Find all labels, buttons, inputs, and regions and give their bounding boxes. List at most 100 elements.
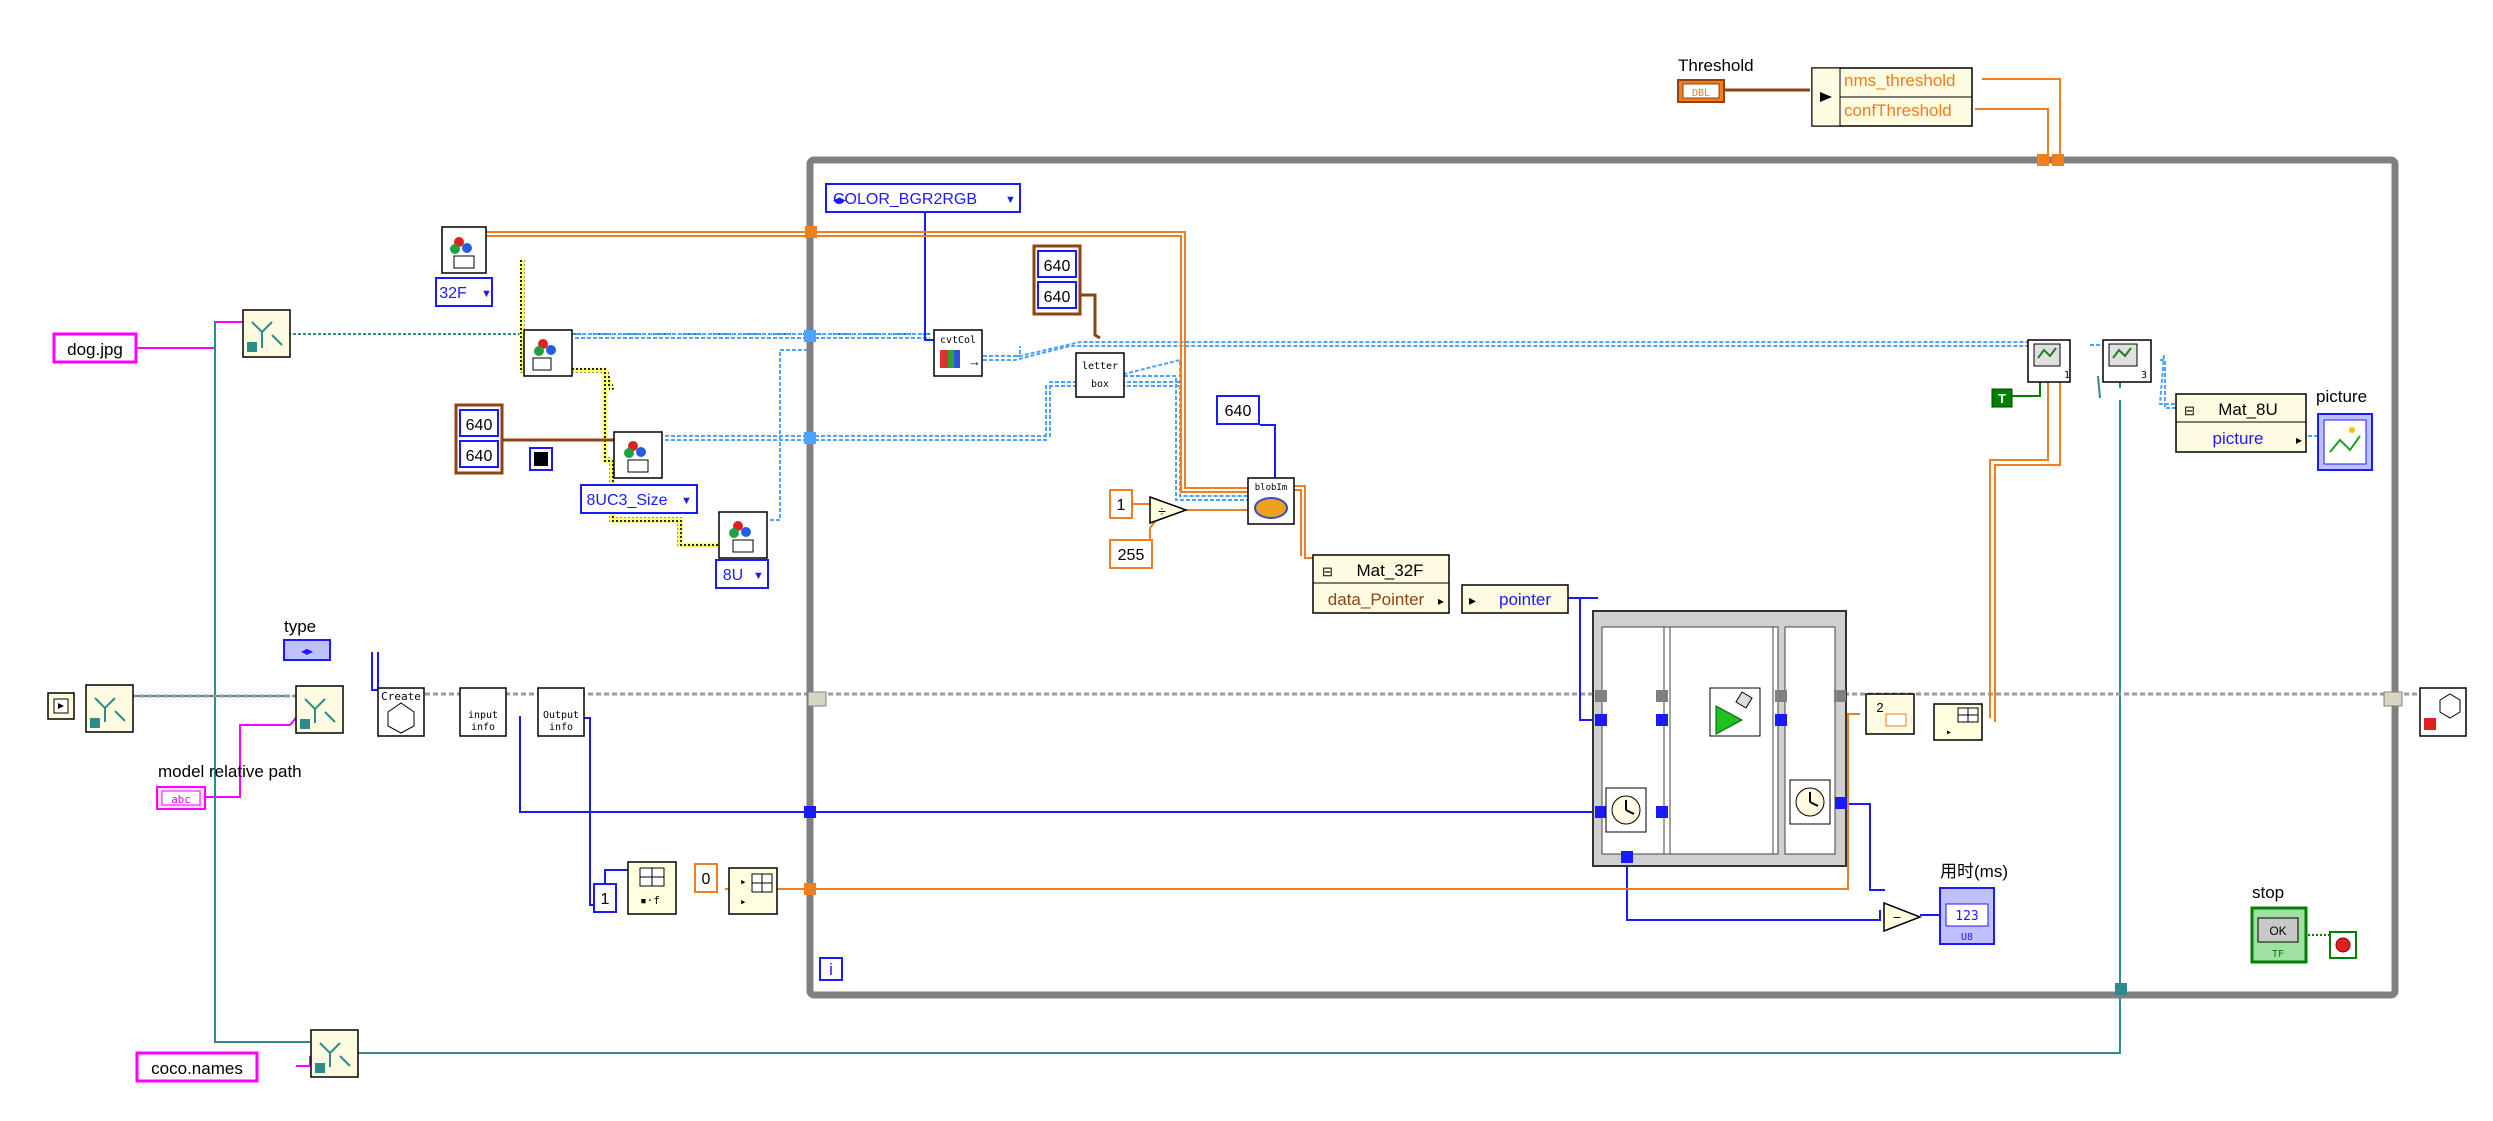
index-array-vi-2[interactable]: ▸ ▸	[728, 867, 778, 915]
picture-indicator: picture	[2316, 387, 2373, 471]
svg-text:U8: U8	[1961, 932, 1973, 943]
coco-path-constant[interactable]: coco.names	[135, 1051, 259, 1083]
index-array-vi-1[interactable]: ▪·f	[627, 861, 677, 915]
svg-text:Mat_8U: Mat_8U	[2218, 400, 2278, 419]
svg-text:Mat_32F: Mat_32F	[1356, 561, 1423, 580]
svg-text:model relative path: model relative path	[158, 762, 302, 781]
svg-text:32F: 32F	[439, 285, 467, 302]
const-1-int[interactable]: 1	[593, 883, 617, 913]
svg-text:TF: TF	[2272, 949, 2284, 960]
svg-text:▸: ▸	[740, 895, 747, 908]
mat8u-property-node[interactable]: ⊟ Mat_8U picture ▸	[2175, 393, 2307, 453]
mat-create-vi-3[interactable]	[613, 431, 663, 479]
svg-text:640: 640	[1044, 289, 1071, 306]
svg-text:confThreshold: confThreshold	[1844, 101, 1952, 120]
svg-text:▸: ▸	[740, 875, 747, 888]
file-ref-icon[interactable]	[47, 692, 75, 720]
enum-32f[interactable]: 32F ▼	[435, 277, 493, 307]
forward-vi[interactable]: 1	[2027, 339, 2071, 383]
run-arrow-icon	[1709, 687, 1761, 737]
tunnels	[804, 154, 2127, 995]
array-size-vi[interactable]: 2	[1865, 693, 1915, 735]
black-scalar-constant[interactable]	[529, 447, 553, 471]
svg-text:COLOR_BGR2RGB: COLOR_BGR2RGB	[833, 191, 977, 208]
svg-text:2: 2	[1876, 700, 1883, 715]
svg-text:blobIm: blobIm	[1255, 483, 1288, 493]
const-0[interactable]: 0	[694, 863, 718, 893]
svg-text:◂▸: ◂▸	[301, 644, 313, 658]
blobfromimage-vi[interactable]: blobIm	[1247, 477, 1295, 525]
svg-text:nms_threshold: nms_threshold	[1844, 71, 1956, 90]
svg-text:box: box	[1091, 379, 1109, 390]
pointer-node[interactable]: ▸ pointer	[1461, 584, 1569, 614]
svg-text:▸: ▸	[1469, 592, 1476, 608]
threshold-control[interactable]: Threshold DBL	[1677, 56, 1754, 103]
svg-text:▼: ▼	[1005, 194, 1016, 206]
create-net-subvi[interactable]: Create	[377, 687, 425, 737]
enum-8uc3[interactable]: 8UC3_Size ▼	[580, 484, 698, 514]
mat-create-vi-1[interactable]	[441, 226, 487, 274]
type-control[interactable]: type ◂▸	[283, 617, 331, 661]
svg-text:−: −	[1893, 909, 1901, 925]
svg-text:type: type	[284, 617, 316, 636]
path-wires	[136, 321, 311, 1067]
open-file-subvi-2[interactable]	[85, 684, 134, 733]
svg-text:255: 255	[1118, 547, 1145, 564]
cluster-wires	[500, 88, 1810, 442]
svg-text:▸: ▸	[2296, 433, 2302, 447]
svg-text:T: T	[1998, 391, 2006, 406]
svg-text:▼: ▼	[681, 495, 692, 507]
svg-text:▸: ▸	[1946, 727, 1952, 738]
svg-text:8UC3_Size: 8UC3_Size	[587, 492, 668, 509]
svg-text:123: 123	[1955, 909, 1978, 924]
svg-text:DBL: DBL	[1692, 88, 1710, 99]
enum-color-conv[interactable]: ◂▸ COLOR_BGR2RGB ▼	[825, 183, 1021, 213]
svg-text:picture: picture	[2212, 429, 2263, 448]
true-constant[interactable]: T	[1991, 388, 2013, 408]
draw-boxes-vi[interactable]: 3	[2102, 339, 2152, 383]
svg-text:data_Pointer: data_Pointer	[1328, 590, 1425, 609]
size-cluster-1[interactable]: 640 640	[454, 403, 504, 475]
threshold-property-node[interactable]: nms_threshold confThreshold	[1811, 67, 1973, 127]
open-file-subvi-4[interactable]	[310, 1029, 359, 1078]
svg-text:640: 640	[1225, 403, 1252, 420]
svg-text:OK: OK	[2269, 924, 2286, 938]
mat32f-property-node[interactable]: ⊟ Mat_32F data_Pointer ▸	[1312, 554, 1450, 614]
svg-text:8U: 8U	[723, 567, 743, 584]
const-255[interactable]: 255	[1109, 539, 1153, 569]
output-info-subvi[interactable]: Output info	[537, 687, 585, 737]
svg-text:Threshold: Threshold	[1678, 56, 1754, 75]
time-indicator: 用时(ms) 123 U8	[1939, 862, 2008, 945]
svg-text:640: 640	[466, 417, 493, 434]
svg-text:letter: letter	[1082, 361, 1118, 372]
index-array-vi-3[interactable]: ▸	[1933, 703, 1983, 741]
stop-icon[interactable]	[2419, 687, 2467, 737]
svg-text:⊟: ⊟	[1322, 564, 1333, 579]
mat-create-vi-2[interactable]	[523, 329, 573, 377]
enum-8u[interactable]: 8U ▼	[715, 559, 769, 589]
subtract-primitive[interactable]: −	[1883, 901, 1923, 933]
mat-create-vi-4[interactable]	[718, 511, 768, 559]
input-info-subvi[interactable]: input info	[459, 687, 507, 737]
dog-path-constant[interactable]: dog.jpg	[52, 332, 138, 364]
open-file-subvi-1[interactable]	[242, 309, 291, 358]
open-file-subvi-3[interactable]	[295, 685, 344, 734]
const-640[interactable]: 640	[1216, 395, 1260, 425]
svg-text:1: 1	[2064, 370, 2070, 381]
svg-text:0: 0	[702, 871, 711, 888]
letterbox-vi[interactable]: letter box	[1075, 352, 1125, 398]
block-diagram: i dog.jpg coco.names model relative path…	[47, 56, 2467, 1083]
stop-condition-terminal	[2329, 931, 2357, 959]
model-path-control[interactable]: model relative path abc	[156, 762, 302, 810]
svg-text:dog.jpg: dog.jpg	[67, 340, 123, 359]
svg-text:640: 640	[1044, 258, 1071, 275]
svg-text:1: 1	[1117, 497, 1126, 514]
const-1-double[interactable]: 1	[1109, 489, 1133, 519]
size-cluster-2[interactable]: 640 640	[1032, 244, 1082, 316]
svg-text:pointer: pointer	[1499, 590, 1551, 609]
stop-button[interactable]: stop OK TF	[2250, 883, 2308, 964]
svg-text:info: info	[471, 722, 495, 733]
svg-text:picture: picture	[2316, 387, 2367, 406]
cvtcolor-vi[interactable]: cvtCol →	[933, 329, 983, 377]
svg-text:abc: abc	[171, 793, 191, 806]
